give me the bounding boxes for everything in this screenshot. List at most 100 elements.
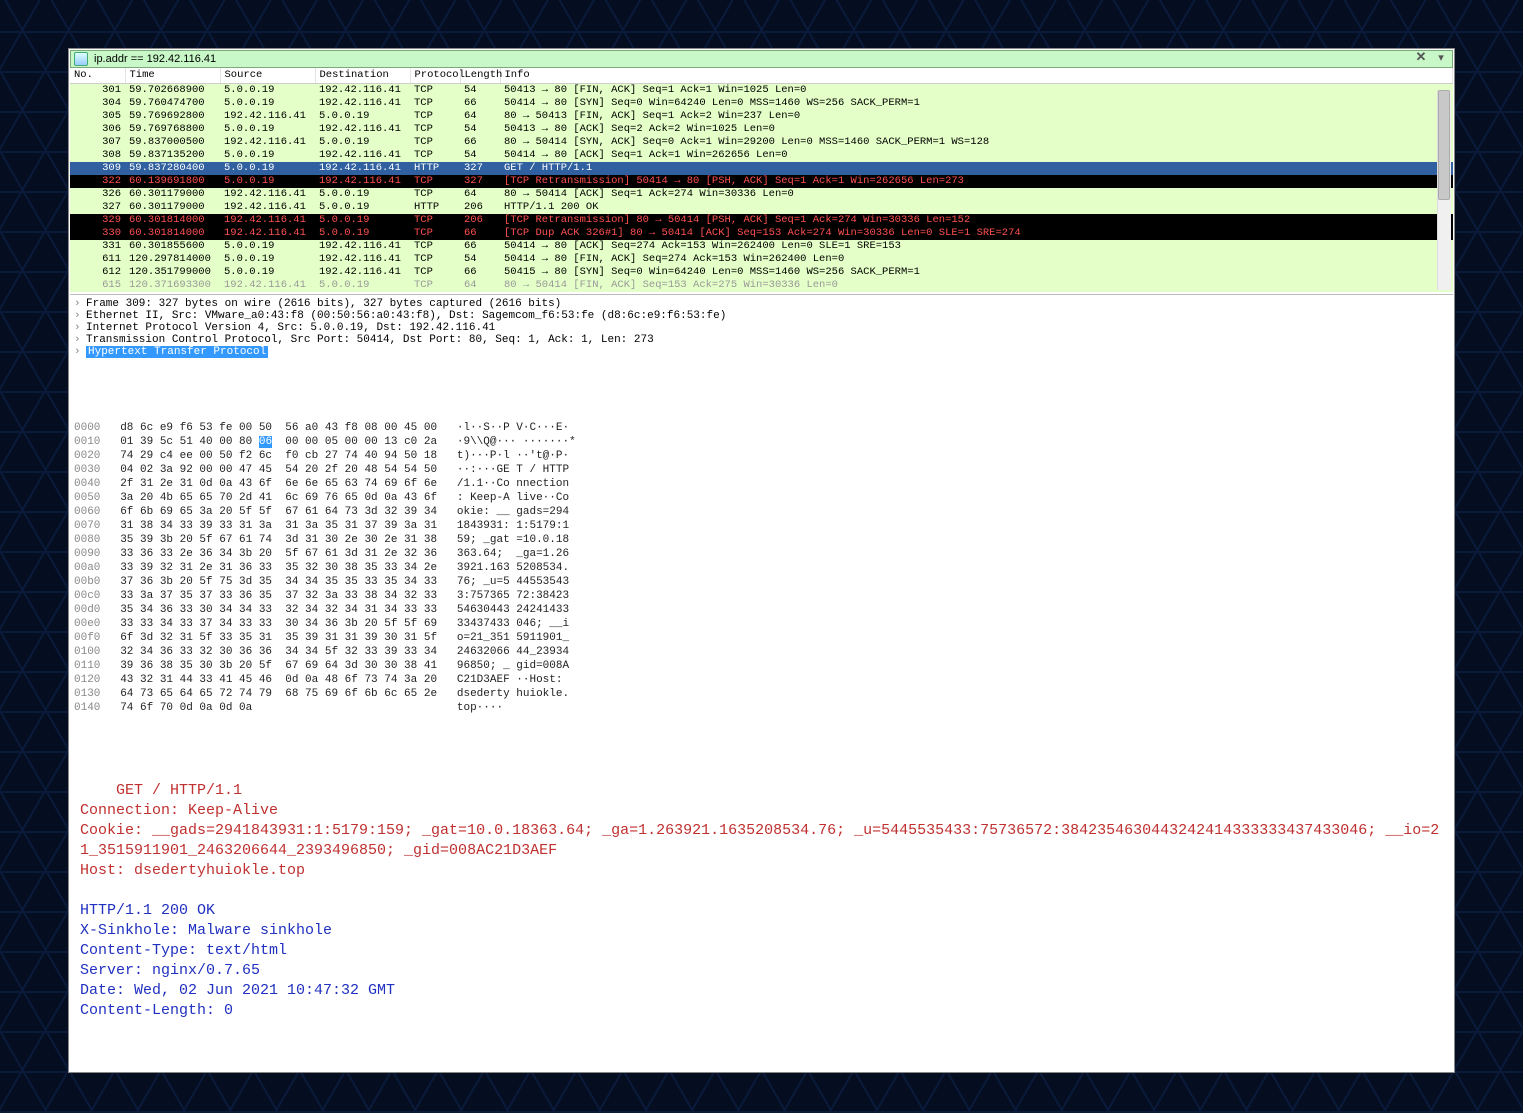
detail-tcp[interactable]: ›Transmission Control Protocol, Src Port…: [74, 334, 1449, 346]
detail-http-text: Hypertext Transfer Protocol: [86, 346, 268, 358]
packet-cell: 5.0.0.19: [220, 253, 315, 266]
packet-row[interactable]: 32260.1396918005.0.0.19192.42.116.41TCP3…: [70, 175, 1453, 188]
packet-cell: TCP: [410, 240, 460, 253]
follow-stream-pane: GET / HTTP/1.1 Connection: Keep-Alive Co…: [70, 721, 1453, 1071]
packet-cell: 327: [70, 201, 125, 214]
col-source[interactable]: Source: [220, 68, 315, 84]
packet-bytes-pane[interactable]: 0000 d8 6c e9 f6 53 fe 00 50 56 a0 43 f8…: [70, 361, 1453, 721]
packet-cell: 5.0.0.19: [315, 201, 410, 214]
packet-cell: TCP: [410, 188, 460, 201]
packet-cell: 192.42.116.41: [315, 240, 410, 253]
packet-cell: 5.0.0.19: [220, 123, 315, 136]
packet-cell: 5.0.0.19: [220, 149, 315, 162]
packet-cell: 322: [70, 175, 125, 188]
filter-dropdown-icon[interactable]: ▾: [1433, 52, 1449, 66]
packet-cell: 5.0.0.19: [220, 240, 315, 253]
packet-cell: 59.769692800: [125, 110, 220, 123]
col-length[interactable]: Length: [460, 68, 500, 84]
packet-cell: [TCP Retransmission] 80 → 50414 [PSH, AC…: [500, 214, 1453, 227]
col-time[interactable]: Time: [125, 68, 220, 84]
packet-cell: TCP: [410, 110, 460, 123]
packet-row[interactable]: 30559.769692800192.42.116.415.0.0.19TCP6…: [70, 110, 1453, 123]
packet-cell: 327: [460, 175, 500, 188]
detail-frame-text: Frame 309: 327 bytes on wire (2616 bits)…: [86, 298, 561, 310]
packet-cell: 50414 → 80 [SYN] Seq=0 Win=64240 Len=0 M…: [500, 97, 1453, 110]
packet-cell: 192.42.116.41: [220, 279, 315, 292]
packet-cell: 54: [460, 253, 500, 266]
filter-clear-icon[interactable]: ✕: [1413, 52, 1429, 66]
packet-cell: [TCP Dup ACK 326#1] 80 → 50414 [ACK] Seq…: [500, 227, 1453, 240]
detail-ethernet[interactable]: ›Ethernet II, Src: VMware_a0:43:f8 (00:5…: [74, 310, 1449, 322]
packet-cell: 59.769768800: [125, 123, 220, 136]
scrollbar[interactable]: [1437, 90, 1451, 290]
packet-cell: 192.42.116.41: [315, 253, 410, 266]
packet-row[interactable]: 32660.301179000192.42.116.415.0.0.19TCP6…: [70, 188, 1453, 201]
packet-row[interactable]: 611120.2978140005.0.0.19192.42.116.41TCP…: [70, 253, 1453, 266]
packet-cell: 60.301179000: [125, 188, 220, 201]
packet-cell: 192.42.116.41: [315, 162, 410, 175]
packet-row[interactable]: 30459.7604747005.0.0.19192.42.116.41TCP6…: [70, 97, 1453, 110]
detail-frame[interactable]: ›Frame 309: 327 bytes on wire (2616 bits…: [74, 298, 1449, 310]
detail-ip-text: Internet Protocol Version 4, Src: 5.0.0.…: [86, 322, 495, 334]
packet-cell: 308: [70, 149, 125, 162]
col-info[interactable]: Info: [500, 68, 1453, 84]
packet-row[interactable]: 612120.3517990005.0.0.19192.42.116.41TCP…: [70, 266, 1453, 279]
col-destination[interactable]: Destination: [315, 68, 410, 84]
col-protocol[interactable]: Protocol: [410, 68, 460, 84]
packet-row[interactable]: 615120.371693300192.42.116.415.0.0.19TCP…: [70, 279, 1453, 292]
packet-cell: 304: [70, 97, 125, 110]
packet-cell: 64: [460, 188, 500, 201]
packet-row[interactable]: 33060.301814000192.42.116.415.0.0.19TCP6…: [70, 227, 1453, 240]
packet-details-pane: ›Frame 309: 327 bytes on wire (2616 bits…: [70, 295, 1453, 361]
detail-http[interactable]: ›Hypertext Transfer Protocol: [74, 346, 1449, 358]
packet-cell: 330: [70, 227, 125, 240]
packet-cell: 80 → 50413 [FIN, ACK] Seq=1 Ack=2 Win=23…: [500, 110, 1453, 123]
packet-cell: TCP: [410, 175, 460, 188]
packet-row[interactable]: 30959.8372804005.0.0.19192.42.116.41HTTP…: [70, 162, 1453, 175]
packet-cell: 192.42.116.41: [315, 175, 410, 188]
detail-ip[interactable]: ›Internet Protocol Version 4, Src: 5.0.0…: [74, 322, 1449, 334]
packet-cell: TCP: [410, 84, 460, 98]
packet-cell: TCP: [410, 279, 460, 292]
packet-cell: 331: [70, 240, 125, 253]
stream-request: GET / HTTP/1.1 Connection: Keep-Alive Co…: [80, 782, 1439, 879]
packet-cell: 120.297814000: [125, 253, 220, 266]
packet-cell: 50414 → 80 [ACK] Seq=1 Ack=1 Win=262656 …: [500, 149, 1453, 162]
detail-ethernet-text: Ethernet II, Src: VMware_a0:43:f8 (00:50…: [86, 310, 726, 322]
wireshark-window: ✕ ▾ No. Time Source Destination Protocol…: [68, 48, 1455, 1073]
packet-row[interactable]: 30759.837000500192.42.116.415.0.0.19TCP6…: [70, 136, 1453, 149]
packet-cell: 54: [460, 149, 500, 162]
packet-row[interactable]: 33160.3018556005.0.0.19192.42.116.41TCP6…: [70, 240, 1453, 253]
packet-cell: 192.42.116.41: [315, 149, 410, 162]
packet-cell: 59.837280400: [125, 162, 220, 175]
scrollbar-thumb[interactable]: [1438, 90, 1450, 200]
packet-cell: 66: [460, 240, 500, 253]
packet-cell: 60.301814000: [125, 214, 220, 227]
col-no[interactable]: No.: [70, 68, 125, 84]
packet-cell: 60.301179000: [125, 201, 220, 214]
packet-row[interactable]: 30859.8371352005.0.0.19192.42.116.41TCP5…: [70, 149, 1453, 162]
packet-cell: HTTP: [410, 162, 460, 175]
packet-row[interactable]: 30159.7026689005.0.0.19192.42.116.41TCP5…: [70, 84, 1453, 98]
packet-cell: 206: [460, 214, 500, 227]
packet-cell: 5.0.0.19: [315, 214, 410, 227]
packet-cell: GET / HTTP/1.1: [500, 162, 1453, 175]
packet-row[interactable]: 32760.301179000192.42.116.415.0.0.19HTTP…: [70, 201, 1453, 214]
packet-cell: 615: [70, 279, 125, 292]
packet-cell: 192.42.116.41: [315, 97, 410, 110]
packet-cell: 64: [460, 110, 500, 123]
packet-cell: 64: [460, 279, 500, 292]
packet-row[interactable]: 32960.301814000192.42.116.415.0.0.19TCP2…: [70, 214, 1453, 227]
packet-cell: 329: [70, 214, 125, 227]
packet-cell: 59.837135200: [125, 149, 220, 162]
packet-cell: 5.0.0.19: [315, 279, 410, 292]
packet-list-header[interactable]: No. Time Source Destination Protocol Len…: [70, 68, 1453, 84]
packet-cell: 192.42.116.41: [220, 110, 315, 123]
display-filter-input[interactable]: [92, 52, 1409, 66]
packet-cell: 120.351799000: [125, 266, 220, 279]
packet-cell: 50415 → 80 [SYN] Seq=0 Win=64240 Len=0 M…: [500, 266, 1453, 279]
packet-cell: TCP: [410, 214, 460, 227]
packet-cell: 192.42.116.41: [315, 84, 410, 98]
packet-cell: 192.42.116.41: [220, 188, 315, 201]
packet-row[interactable]: 30659.7697688005.0.0.19192.42.116.41TCP5…: [70, 123, 1453, 136]
